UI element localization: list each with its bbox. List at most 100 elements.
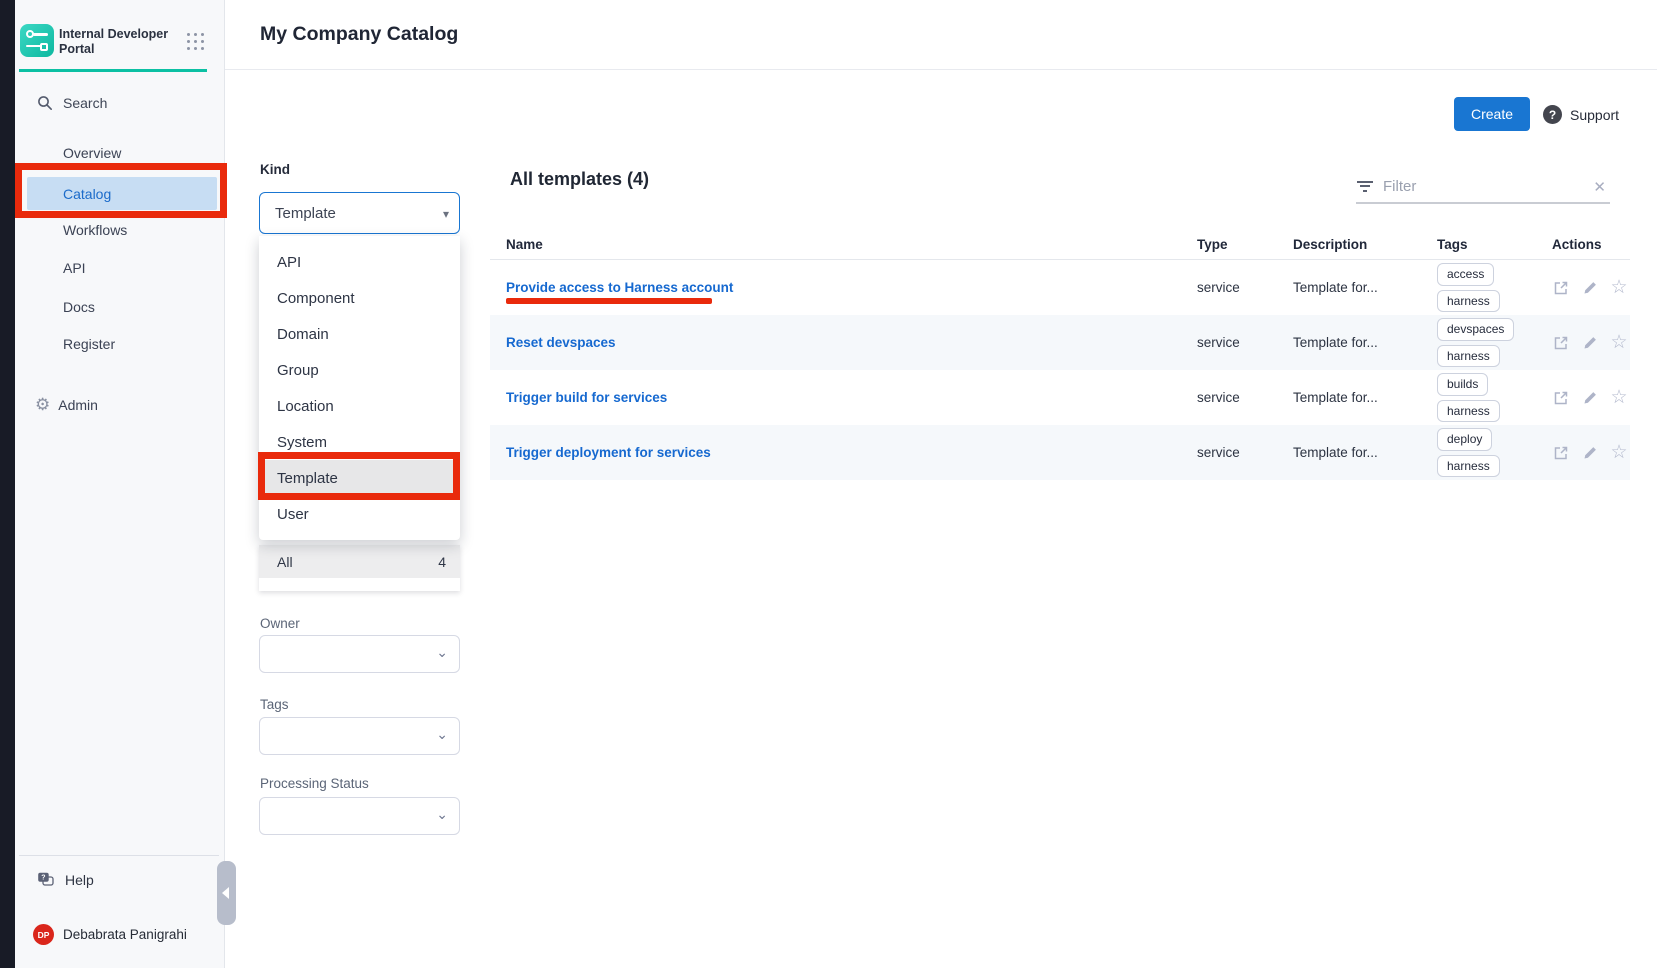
kind-select[interactable]: Template ▾ <box>259 192 460 234</box>
kind-dropdown-menu: API Component Domain Group Location Syst… <box>259 236 460 540</box>
filter-icon <box>1356 181 1373 193</box>
open-external-icon[interactable] <box>1552 279 1570 297</box>
portal-logo-icon <box>20 24 54 57</box>
sidebar-item-admin[interactable]: ⚙ Admin <box>35 396 98 413</box>
help-chat-icon: ? <box>37 872 55 888</box>
sidebar-item-register[interactable]: Register <box>63 336 115 352</box>
kind-count-card: All 4 <box>259 545 460 591</box>
col-header-tags: Tags <box>1437 237 1552 252</box>
tag-chip: devspaces <box>1437 318 1514 341</box>
template-link[interactable]: Reset devspaces <box>506 335 616 350</box>
open-external-icon[interactable] <box>1552 389 1570 407</box>
kind-option-domain[interactable]: Domain <box>259 316 460 352</box>
kind-all-count: 4 <box>438 554 446 570</box>
templates-table: Name Type Description Tags Actions Provi… <box>490 230 1630 480</box>
tag-chip: deploy <box>1437 428 1492 451</box>
help-label: Help <box>65 872 94 888</box>
description-cell: Template for... <box>1293 390 1437 405</box>
sidebar: Internal Developer Portal Search Overvie… <box>15 0 225 968</box>
kind-option-user[interactable]: User <box>259 496 460 532</box>
star-icon[interactable]: ☆ <box>1610 279 1628 297</box>
question-circle-icon: ? <box>1543 105 1562 124</box>
tag-chip: harness <box>1437 400 1500 423</box>
type-cell: service <box>1197 335 1293 350</box>
kind-option-template[interactable]: Template <box>259 460 460 496</box>
portal-title: Internal Developer Portal <box>59 27 171 57</box>
sidebar-item-workflows[interactable]: Workflows <box>63 222 127 238</box>
template-link[interactable]: Trigger deployment for services <box>506 445 711 460</box>
description-cell: Template for... <box>1293 280 1437 295</box>
support-label: Support <box>1570 107 1619 123</box>
sidebar-item-search[interactable]: Search <box>37 95 107 111</box>
edit-pencil-icon[interactable] <box>1581 444 1599 462</box>
open-external-icon[interactable] <box>1552 334 1570 352</box>
kind-option-component[interactable]: Component <box>259 280 460 316</box>
kind-select-value: Template <box>275 205 336 222</box>
star-icon[interactable]: ☆ <box>1610 444 1628 462</box>
tag-chip: builds <box>1437 373 1488 396</box>
open-external-icon[interactable] <box>1552 444 1570 462</box>
template-link[interactable]: Provide access to Harness account <box>506 280 733 295</box>
tags-filter-label: Tags <box>260 697 289 712</box>
kind-option-system[interactable]: System <box>259 424 460 460</box>
main-content: My Company Catalog Create ? Support Kind… <box>225 0 1657 968</box>
sidebar-item-catalog[interactable]: Catalog <box>27 177 217 210</box>
star-icon[interactable]: ☆ <box>1610 389 1628 407</box>
user-menu[interactable]: DP Debabrata Panigrahi <box>33 924 187 945</box>
type-cell: service <box>1197 445 1293 460</box>
tag-chip: access <box>1437 263 1494 286</box>
kind-option-api[interactable]: API <box>259 244 460 280</box>
page-header: My Company Catalog <box>225 0 1657 70</box>
col-header-actions: Actions <box>1552 237 1630 252</box>
chevron-down-icon: ⌄ <box>436 644 448 661</box>
sidebar-item-overview[interactable]: Overview <box>63 145 121 161</box>
filter-input[interactable] <box>1383 178 1589 195</box>
edit-pencil-icon[interactable] <box>1581 334 1599 352</box>
star-icon[interactable]: ☆ <box>1610 334 1628 352</box>
tag-chip: harness <box>1437 455 1500 478</box>
owner-select[interactable]: ⌄ <box>259 635 460 673</box>
table-row: Trigger deployment for services service … <box>490 425 1630 480</box>
sidebar-item-docs[interactable]: Docs <box>63 299 95 315</box>
kind-option-group[interactable]: Group <box>259 352 460 388</box>
sidebar-footer-divider <box>19 855 219 856</box>
tags-select[interactable]: ⌄ <box>259 717 460 755</box>
sidebar-collapse-handle[interactable] <box>217 861 236 925</box>
create-button[interactable]: Create <box>1454 97 1530 131</box>
description-cell: Template for... <box>1293 335 1437 350</box>
col-header-name: Name <box>506 237 1197 252</box>
processing-status-filter-label: Processing Status <box>260 776 369 791</box>
search-label: Search <box>63 95 107 111</box>
kind-all-row[interactable]: All 4 <box>259 545 460 578</box>
kind-all-label: All <box>277 554 293 570</box>
clear-filter-icon[interactable]: ✕ <box>1589 178 1610 196</box>
edit-pencil-icon[interactable] <box>1581 279 1599 297</box>
table-row: Provide access to Harness account servic… <box>490 260 1630 315</box>
sidebar-item-api[interactable]: API <box>63 260 86 276</box>
edit-pencil-icon[interactable] <box>1581 389 1599 407</box>
kind-filter-label: Kind <box>260 162 290 177</box>
col-header-description: Description <box>1293 237 1437 252</box>
table-row: Trigger build for services service Templ… <box>490 370 1630 425</box>
owner-filter-label: Owner <box>260 616 300 631</box>
kind-option-location[interactable]: Location <box>259 388 460 424</box>
user-name: Debabrata Panigrahi <box>63 927 187 942</box>
search-icon <box>37 95 53 111</box>
table-filter: ✕ <box>1356 171 1610 204</box>
window-edge-strip <box>0 0 15 968</box>
template-link[interactable]: Trigger build for services <box>506 390 667 405</box>
support-button[interactable]: ? Support <box>1543 105 1619 124</box>
chevron-down-icon: ⌄ <box>436 726 448 743</box>
gear-icon: ⚙ <box>35 396 50 413</box>
sidebar-item-help[interactable]: ? Help <box>37 872 94 888</box>
avatar: DP <box>33 924 54 945</box>
processing-status-select[interactable]: ⌄ <box>259 797 460 835</box>
tag-chip: harness <box>1437 290 1500 313</box>
chevron-down-icon: ⌄ <box>436 806 448 823</box>
app-switcher-icon[interactable] <box>187 33 205 51</box>
col-header-type: Type <box>1197 237 1293 252</box>
table-header-row: Name Type Description Tags Actions <box>490 230 1630 260</box>
table-row: Reset devspaces service Template for... … <box>490 315 1630 370</box>
chevron-down-icon: ▾ <box>443 207 449 221</box>
page-title: My Company Catalog <box>260 23 458 46</box>
